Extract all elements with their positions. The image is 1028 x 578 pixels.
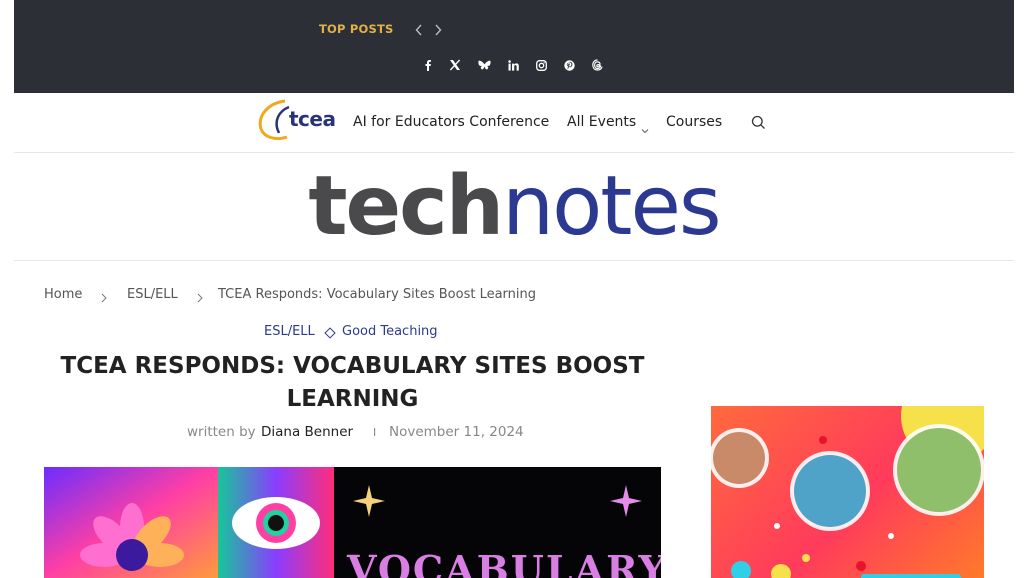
meta-separator: I [373, 426, 377, 439]
brand-logo[interactable]: technotes [14, 157, 1014, 257]
breadcrumb-current: TCEA Responds: Vocabulary Sites Boost Le… [218, 287, 537, 302]
nav-item-courses[interactable]: Courses [666, 114, 722, 130]
logo-text: tcea [289, 107, 336, 131]
search-icon[interactable] [751, 115, 767, 131]
threads-icon[interactable] [588, 56, 606, 74]
chevron-right-icon[interactable] [431, 21, 445, 39]
category-good-teaching[interactable]: Good Teaching [342, 324, 438, 339]
chevron-down-icon[interactable] [641, 119, 649, 134]
chevron-right-icon [101, 288, 111, 303]
top-bar: TOP POSTS [14, 0, 1014, 93]
tcea-logo[interactable]: tcea [255, 97, 345, 141]
diamond-separator-icon [324, 327, 336, 339]
nav-item-all-events[interactable]: All Events [567, 114, 636, 130]
category-esl-ell[interactable]: ESL/ELL [264, 324, 315, 339]
top-posts-label: TOP POSTS [319, 22, 394, 36]
main-nav: tcea AI for Educators Conference All Eve… [14, 93, 1014, 153]
brand-part-notes: notes [502, 159, 721, 254]
chevron-left-icon[interactable] [412, 21, 426, 39]
breadcrumb-category[interactable]: ESL/ELL [127, 287, 178, 302]
byline-prefix: written by [187, 424, 256, 440]
linkedin-icon[interactable] [504, 56, 522, 74]
pinterest-icon[interactable] [560, 56, 578, 74]
technotes-brand: technotes [14, 153, 1014, 261]
publish-date: November 11, 2024 [389, 424, 524, 440]
instagram-icon[interactable] [532, 56, 550, 74]
facebook-icon[interactable] [419, 56, 437, 74]
sidebar-ad[interactable] [711, 406, 984, 578]
article-title: TCEA RESPONDS: VOCABULARY SITES BOOST LE… [60, 353, 645, 412]
breadcrumb-home[interactable]: Home [44, 287, 82, 302]
chevron-right-icon [197, 288, 207, 303]
brand-part-tech: tech [308, 159, 504, 254]
x-icon[interactable] [446, 56, 464, 74]
hero-image: VOCABULARY [44, 467, 661, 578]
nav-item-ai-conference[interactable]: AI for Educators Conference [353, 114, 549, 130]
author-link[interactable]: Diana Benner [261, 424, 353, 440]
hero-text: VOCABULARY [347, 547, 661, 578]
bluesky-icon[interactable] [475, 56, 493, 74]
